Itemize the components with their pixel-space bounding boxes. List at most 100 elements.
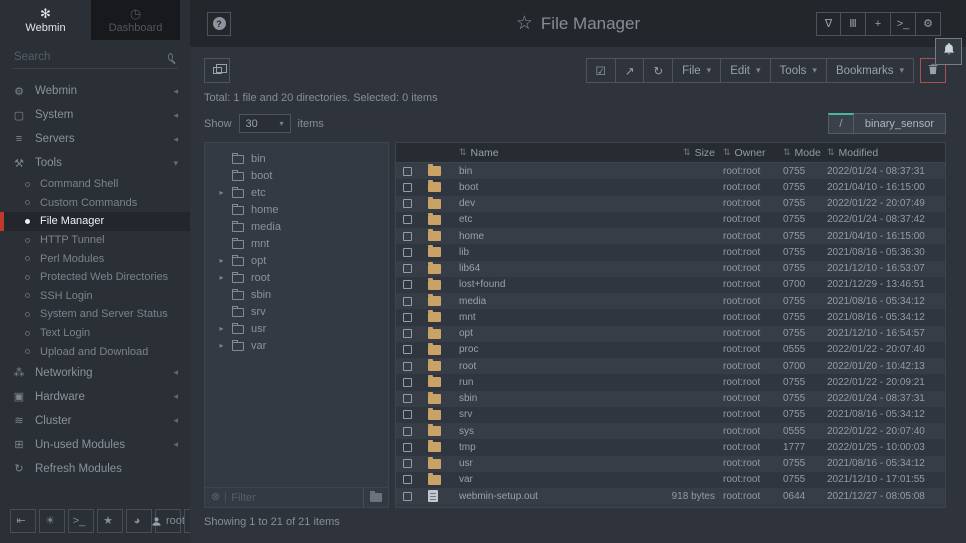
row-checkbox[interactable]: [403, 459, 412, 468]
table-row-tmp[interactable]: tmp root:root 1777 2022/01/25 - 10:00:03: [396, 439, 945, 455]
table-row-srv[interactable]: srv root:root 0755 2021/08/16 - 05:34:12: [396, 407, 945, 423]
row-checkbox[interactable]: [403, 167, 412, 176]
row-checkbox[interactable]: [403, 183, 412, 192]
column-name[interactable]: ⇅Name: [444, 147, 633, 159]
row-checkbox[interactable]: [403, 443, 412, 452]
star-button[interactable]: ★: [97, 509, 123, 533]
row-checkbox[interactable]: [403, 313, 412, 322]
terminal-button[interactable]: >_: [68, 509, 94, 533]
show-folders-button[interactable]: [363, 488, 382, 507]
row-checkbox[interactable]: [403, 329, 412, 338]
tree-item-boot[interactable]: boot: [205, 167, 388, 184]
file-name[interactable]: tmp: [444, 442, 633, 453]
file-name[interactable]: lib: [444, 247, 633, 258]
file-name[interactable]: media: [444, 296, 633, 307]
sidebar-item-system-and-server-status[interactable]: System and Server Status: [0, 305, 190, 324]
file-name[interactable]: root: [444, 361, 633, 372]
table-row-mnt[interactable]: mnt root:root 0755 2021/08/16 - 05:34:12: [396, 309, 945, 325]
table-row-lost+found[interactable]: lost+found root:root 0700 2021/12/29 - 1…: [396, 277, 945, 293]
table-row-bin[interactable]: bin root:root 0755 2022/01/24 - 08:37:31: [396, 163, 945, 179]
tree-item-mnt[interactable]: mnt: [205, 235, 388, 252]
file-name[interactable]: boot: [444, 182, 633, 193]
select-all-button[interactable]: ☑: [586, 58, 616, 83]
row-checkbox[interactable]: [403, 232, 412, 241]
row-checkbox[interactable]: [403, 248, 412, 257]
table-row-var[interactable]: var root:root 0755 2021/12/10 - 17:01:55: [396, 472, 945, 488]
table-row-lib[interactable]: lib root:root 0755 2021/08/16 - 05:36:30: [396, 244, 945, 260]
row-checkbox[interactable]: [403, 297, 412, 306]
file-name[interactable]: opt: [444, 328, 633, 339]
tree-item-sbin[interactable]: sbin: [205, 286, 388, 303]
sidebar-item-custom-commands[interactable]: Custom Commands: [0, 194, 190, 213]
table-row-root[interactable]: root root:root 0700 2022/01/20 - 10:42:1…: [396, 358, 945, 374]
row-checkbox[interactable]: [403, 362, 412, 371]
file-name[interactable]: dev: [444, 198, 633, 209]
file-name[interactable]: srv: [444, 409, 633, 420]
help-button[interactable]: ?: [207, 12, 231, 36]
row-checkbox[interactable]: [403, 475, 412, 484]
file-name[interactable]: sbin: [444, 393, 633, 404]
expand-icon[interactable]: ▸: [218, 188, 225, 197]
search-input[interactable]: [14, 51, 168, 63]
tab-dashboard[interactable]: ◷ Dashboard: [91, 0, 180, 40]
breadcrumb-root-button[interactable]: /: [828, 113, 854, 134]
expand-icon[interactable]: ▸: [218, 273, 225, 282]
sidebar-item-command-shell[interactable]: Command Shell: [0, 175, 190, 194]
table-row-opt[interactable]: opt root:root 0755 2021/12/10 - 16:54:57: [396, 326, 945, 342]
breadcrumb-current-button[interactable]: binary_sensor: [854, 113, 946, 134]
table-row-sys[interactable]: sys root:root 0555 2022/01/22 - 20:07:40: [396, 423, 945, 439]
sidebar-item-servers[interactable]: ≡ Servers ◂: [0, 127, 190, 151]
table-row-proc[interactable]: proc root:root 0555 2022/01/22 - 20:07:4…: [396, 342, 945, 358]
sidebar-item-perl-modules[interactable]: Perl Modules: [0, 249, 190, 268]
terminal-button[interactable]: >_: [891, 12, 916, 36]
row-checkbox[interactable]: [403, 492, 412, 501]
menu-file-button[interactable]: File▾: [673, 58, 721, 83]
filter-button[interactable]: ∇: [816, 12, 841, 36]
table-row-lib64[interactable]: lib64 root:root 0755 2021/12/10 - 16:53:…: [396, 261, 945, 277]
sidebar-item-file-manager[interactable]: File Manager: [0, 212, 190, 231]
sidebar-item-upload-and-download[interactable]: Upload and Download: [0, 342, 190, 361]
file-name[interactable]: proc: [444, 344, 633, 355]
table-row-dev[interactable]: dev root:root 0755 2022/01/22 - 20:07:49: [396, 196, 945, 212]
star-outline-icon[interactable]: ☆: [516, 12, 533, 35]
expand-icon[interactable]: ▸: [218, 324, 225, 333]
file-name[interactable]: bin: [444, 166, 633, 177]
row-checkbox[interactable]: [403, 215, 412, 224]
row-checkbox[interactable]: [403, 410, 412, 419]
clear-filter-icon[interactable]: ⊗: [211, 492, 220, 503]
sun-button[interactable]: ☀: [39, 509, 65, 533]
row-checkbox[interactable]: [403, 427, 412, 436]
tree-item-usr[interactable]: ▸ usr: [205, 320, 388, 337]
tree-item-media[interactable]: media: [205, 218, 388, 235]
refresh-button[interactable]: ↻: [644, 58, 673, 83]
plus-button[interactable]: +: [866, 12, 891, 36]
row-checkbox[interactable]: [403, 394, 412, 403]
column-modified[interactable]: ⇅Modified: [827, 147, 945, 159]
table-row-boot[interactable]: boot root:root 0755 2021/04/10 - 16:15:0…: [396, 179, 945, 195]
table-row-usr[interactable]: usr root:root 0755 2021/08/16 - 05:34:12: [396, 456, 945, 472]
sidebar-item-networking[interactable]: ⁂ Networking ◂: [0, 361, 190, 385]
table-row-etc[interactable]: etc root:root 0755 2022/01/24 - 08:37:42: [396, 212, 945, 228]
gear-button[interactable]: ⚙: [916, 12, 941, 36]
sidebar-item-http-tunnel[interactable]: HTTP Tunnel: [0, 231, 190, 250]
file-name[interactable]: usr: [444, 458, 633, 469]
row-checkbox[interactable]: [403, 378, 412, 387]
tab-webmin[interactable]: ✻ Webmin: [0, 0, 91, 40]
column-size[interactable]: ⇅Size: [633, 147, 723, 159]
tree-item-home[interactable]: home: [205, 201, 388, 218]
tree-item-bin[interactable]: bin: [205, 150, 388, 167]
file-name[interactable]: webmin-setup.out: [444, 491, 633, 502]
export-button[interactable]: ↗: [616, 58, 645, 83]
sidebar-item-cluster[interactable]: ≋ Cluster ◂: [0, 409, 190, 433]
row-checkbox[interactable]: [403, 280, 412, 289]
tree-filter-input[interactable]: [231, 492, 358, 504]
row-checkbox[interactable]: [403, 199, 412, 208]
sidebar-item-system[interactable]: ▢ System ◂: [0, 103, 190, 127]
file-name[interactable]: var: [444, 474, 633, 485]
items-per-page-select[interactable]: 30 ▾: [239, 114, 291, 133]
paste-buffer-button[interactable]: [204, 58, 230, 83]
sidebar-item-ssh-login[interactable]: SSH Login: [0, 287, 190, 306]
file-name[interactable]: etc: [444, 214, 633, 225]
file-name[interactable]: lost+found: [444, 279, 633, 290]
sidebar-item-hardware[interactable]: ▣ Hardware ◂: [0, 385, 190, 409]
